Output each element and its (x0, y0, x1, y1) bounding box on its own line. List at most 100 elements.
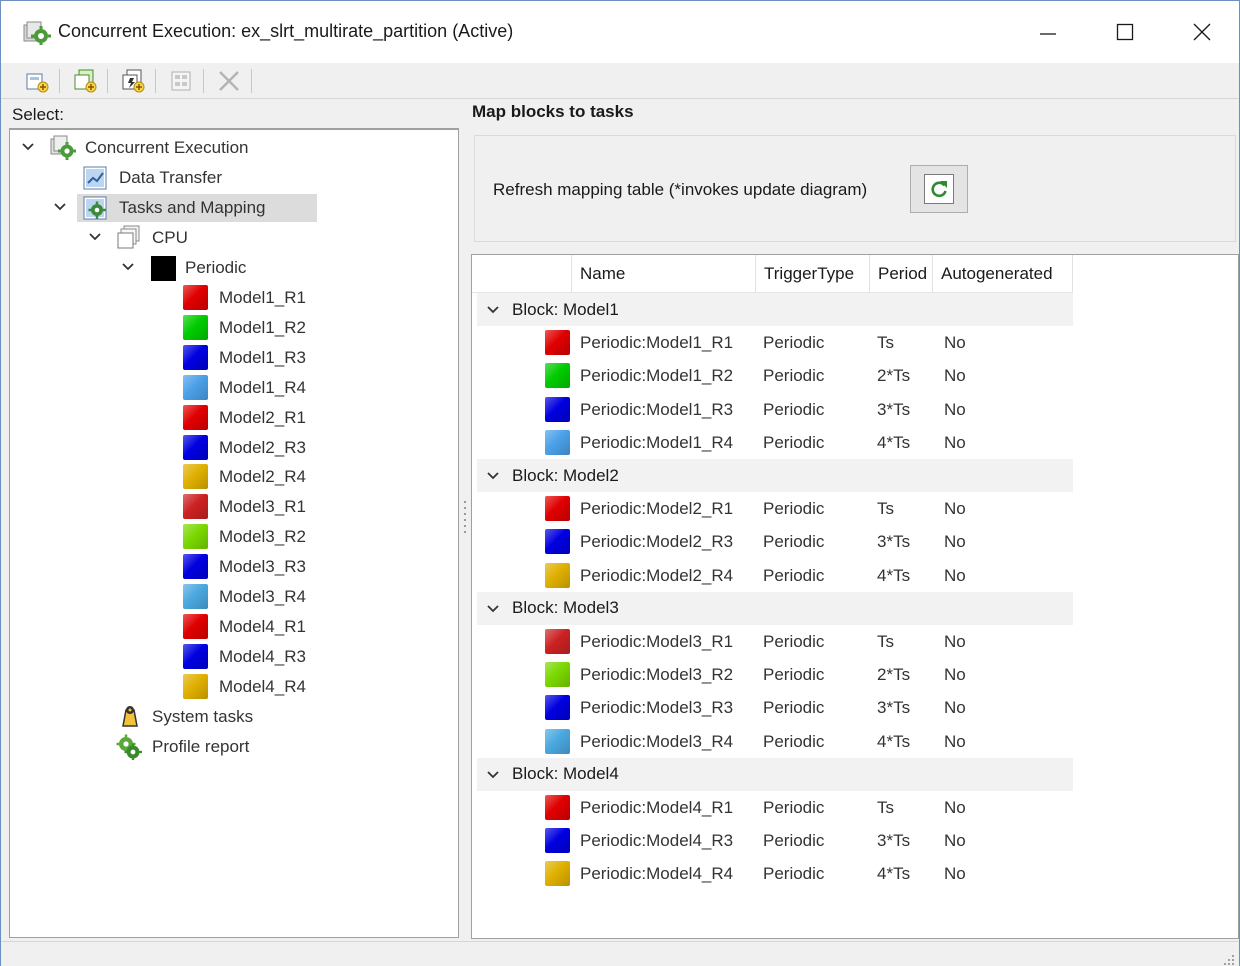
cell-name: Periodic:Model3_R4 (580, 731, 734, 751)
task-color-swatch (183, 314, 209, 341)
table-row[interactable]: Periodic:Model1_R2 Periodic 2*Ts No (477, 359, 1073, 392)
tree-item-model4-r3[interactable]: Model4_R3 (10, 643, 458, 671)
table-row[interactable]: Periodic:Model4_R1 Periodic Ts No (477, 791, 1073, 824)
table-row[interactable]: Periodic:Model3_R3 Periodic 3*Ts No (477, 691, 1073, 724)
add-trigger-button[interactable] (117, 66, 149, 96)
tree-item-system-tasks[interactable]: System tasks (10, 703, 458, 731)
tree-item-model3-r1[interactable]: Model3_R1 (10, 493, 458, 521)
cell-trigger-type: Periodic (763, 831, 825, 851)
cell-period: 4*Ts (877, 565, 911, 585)
cell-trigger-type: Periodic (763, 499, 825, 519)
tree-item-model3-r4[interactable]: Model3_R4 (10, 583, 458, 611)
tree-item-model2-r1[interactable]: Model2_R1 (10, 404, 458, 432)
maximize-button[interactable] (1100, 11, 1150, 53)
cell-trigger-type: Periodic (763, 366, 825, 386)
chevron-down-icon[interactable] (485, 302, 501, 318)
refresh-button[interactable] (910, 165, 968, 213)
data-transfer-icon (82, 165, 108, 191)
table-row[interactable]: Periodic:Model2_R1 Periodic Ts No (477, 492, 1073, 525)
tree-item-data-transfer[interactable]: Data Transfer (10, 164, 458, 192)
chevron-down-icon[interactable] (485, 601, 501, 617)
select-label: Select: (12, 105, 64, 124)
cell-autogenerated: No (944, 532, 966, 552)
add-trigger-icon (122, 69, 145, 93)
table-row[interactable]: Periodic:Model3_R2 Periodic 2*Ts No (477, 658, 1073, 691)
block-group-row[interactable]: Block: Model2 (477, 459, 1073, 492)
tasks-mapping-icon (82, 195, 108, 221)
tree-item-label: Model4_R1 (219, 617, 306, 637)
tree-item-cpu[interactable]: CPU (10, 224, 458, 252)
tree-item-model1-r1[interactable]: Model1_R1 (10, 284, 458, 312)
chevron-down-icon[interactable] (52, 199, 68, 215)
table-row[interactable]: Periodic:Model1_R1 Periodic Ts No (477, 326, 1073, 359)
table-row[interactable]: Periodic:Model1_R4 Periodic 4*Ts No (477, 426, 1073, 459)
task-color-swatch (545, 429, 570, 455)
tree-item-model1-r2[interactable]: Model1_R2 (10, 314, 458, 342)
cell-trigger-type: Periodic (763, 864, 825, 884)
tree-item-model1-r4[interactable]: Model1_R4 (10, 374, 458, 402)
block-group-row[interactable]: Block: Model3 (477, 591, 1073, 625)
tree-item-model4-r4[interactable]: Model4_R4 (10, 673, 458, 701)
table-row[interactable]: Periodic:Model2_R3 Periodic 3*Ts No (477, 525, 1073, 558)
tree-item-concurrent-execution[interactable]: Concurrent Execution (10, 134, 458, 162)
auto-map-button[interactable] (165, 66, 197, 96)
tree-item-label: Model1_R2 (219, 317, 306, 337)
minimize-button[interactable] (1023, 11, 1073, 53)
chevron-down-icon[interactable] (20, 139, 36, 155)
cell-autogenerated: No (944, 665, 966, 685)
column-header-autogenerated[interactable]: Autogenerated (933, 255, 1073, 293)
table-row[interactable]: Periodic:Model2_R4 Periodic 4*Ts No (477, 559, 1073, 592)
tree-item-model4-r1[interactable]: Model4_R1 (10, 613, 458, 641)
table-row[interactable]: Periodic:Model3_R4 Periodic 4*Ts No (477, 725, 1073, 758)
tree-item-tasks-and-mapping[interactable]: Tasks and Mapping (10, 193, 458, 222)
tree-item-label: Model2_R3 (219, 437, 306, 457)
block-group-label: Block: Model4 (512, 764, 619, 784)
column-header-blank (472, 255, 572, 293)
tree-item-model2-r3[interactable]: Model2_R3 (10, 434, 458, 462)
table-row[interactable]: Periodic:Model3_R1 Periodic Ts No (477, 625, 1073, 658)
task-color-swatch (545, 861, 570, 887)
cell-period: Ts (877, 499, 894, 519)
column-header-triggertype[interactable]: TriggerType (756, 255, 870, 293)
cell-autogenerated: No (944, 632, 966, 651)
column-header-period[interactable]: Period (870, 255, 933, 293)
cell-period: Ts (877, 798, 894, 817)
tree-item-model1-r3[interactable]: Model1_R3 (10, 344, 458, 372)
minimize-icon (1040, 33, 1056, 35)
splitter-handle[interactable] (463, 501, 467, 537)
task-color-swatch (545, 396, 570, 422)
add-task-group-button[interactable] (69, 66, 101, 96)
chevron-down-icon[interactable] (87, 229, 103, 245)
tree-item-label: Model2_R1 (219, 407, 306, 427)
task-color-swatch (183, 644, 209, 670)
close-icon (1193, 23, 1211, 41)
resize-grip-icon[interactable] (1223, 951, 1235, 965)
tree-item-model2-r4[interactable]: Model2_R4 (10, 463, 458, 491)
cell-autogenerated: No (944, 565, 966, 585)
task-color-swatch (183, 374, 209, 401)
tree-item-label: Model3_R4 (219, 587, 306, 607)
periodic-icon (150, 255, 176, 281)
chevron-down-icon[interactable] (120, 259, 136, 275)
table-row[interactable]: Periodic:Model1_R3 Periodic 3*Ts No (477, 393, 1073, 426)
tree-item-model3-r3[interactable]: Model3_R3 (10, 553, 458, 581)
tree-item-model3-r2[interactable]: Model3_R2 (10, 523, 458, 551)
cell-name: Periodic:Model1_R4 (580, 432, 734, 452)
block-group-row[interactable]: Block: Model4 (477, 757, 1073, 791)
block-group-label: Block: Model1 (512, 299, 619, 319)
block-group-row[interactable]: Block: Model1 (477, 293, 1073, 326)
table-row[interactable]: Periodic:Model4_R3 Periodic 3*Ts No (477, 824, 1073, 857)
tree-item-periodic[interactable]: Periodic (10, 254, 458, 282)
column-header-name[interactable]: Name (572, 255, 756, 293)
table-row[interactable]: Periodic:Model4_R4 Periodic 4*Ts No (477, 857, 1073, 890)
add-task-button[interactable] (21, 66, 53, 96)
tree-item-profile-report[interactable]: Profile report (10, 733, 458, 761)
chevron-down-icon[interactable] (485, 767, 501, 783)
cell-period: 2*Ts (877, 366, 911, 386)
delete-button[interactable] (213, 66, 245, 96)
close-button[interactable] (1177, 11, 1227, 53)
task-color-swatch (183, 284, 209, 311)
chevron-down-icon[interactable] (485, 468, 501, 484)
concurrent-execution-window: Concurrent Execution: ex_slrt_multirate_… (0, 0, 1240, 966)
cell-autogenerated: No (944, 831, 966, 851)
